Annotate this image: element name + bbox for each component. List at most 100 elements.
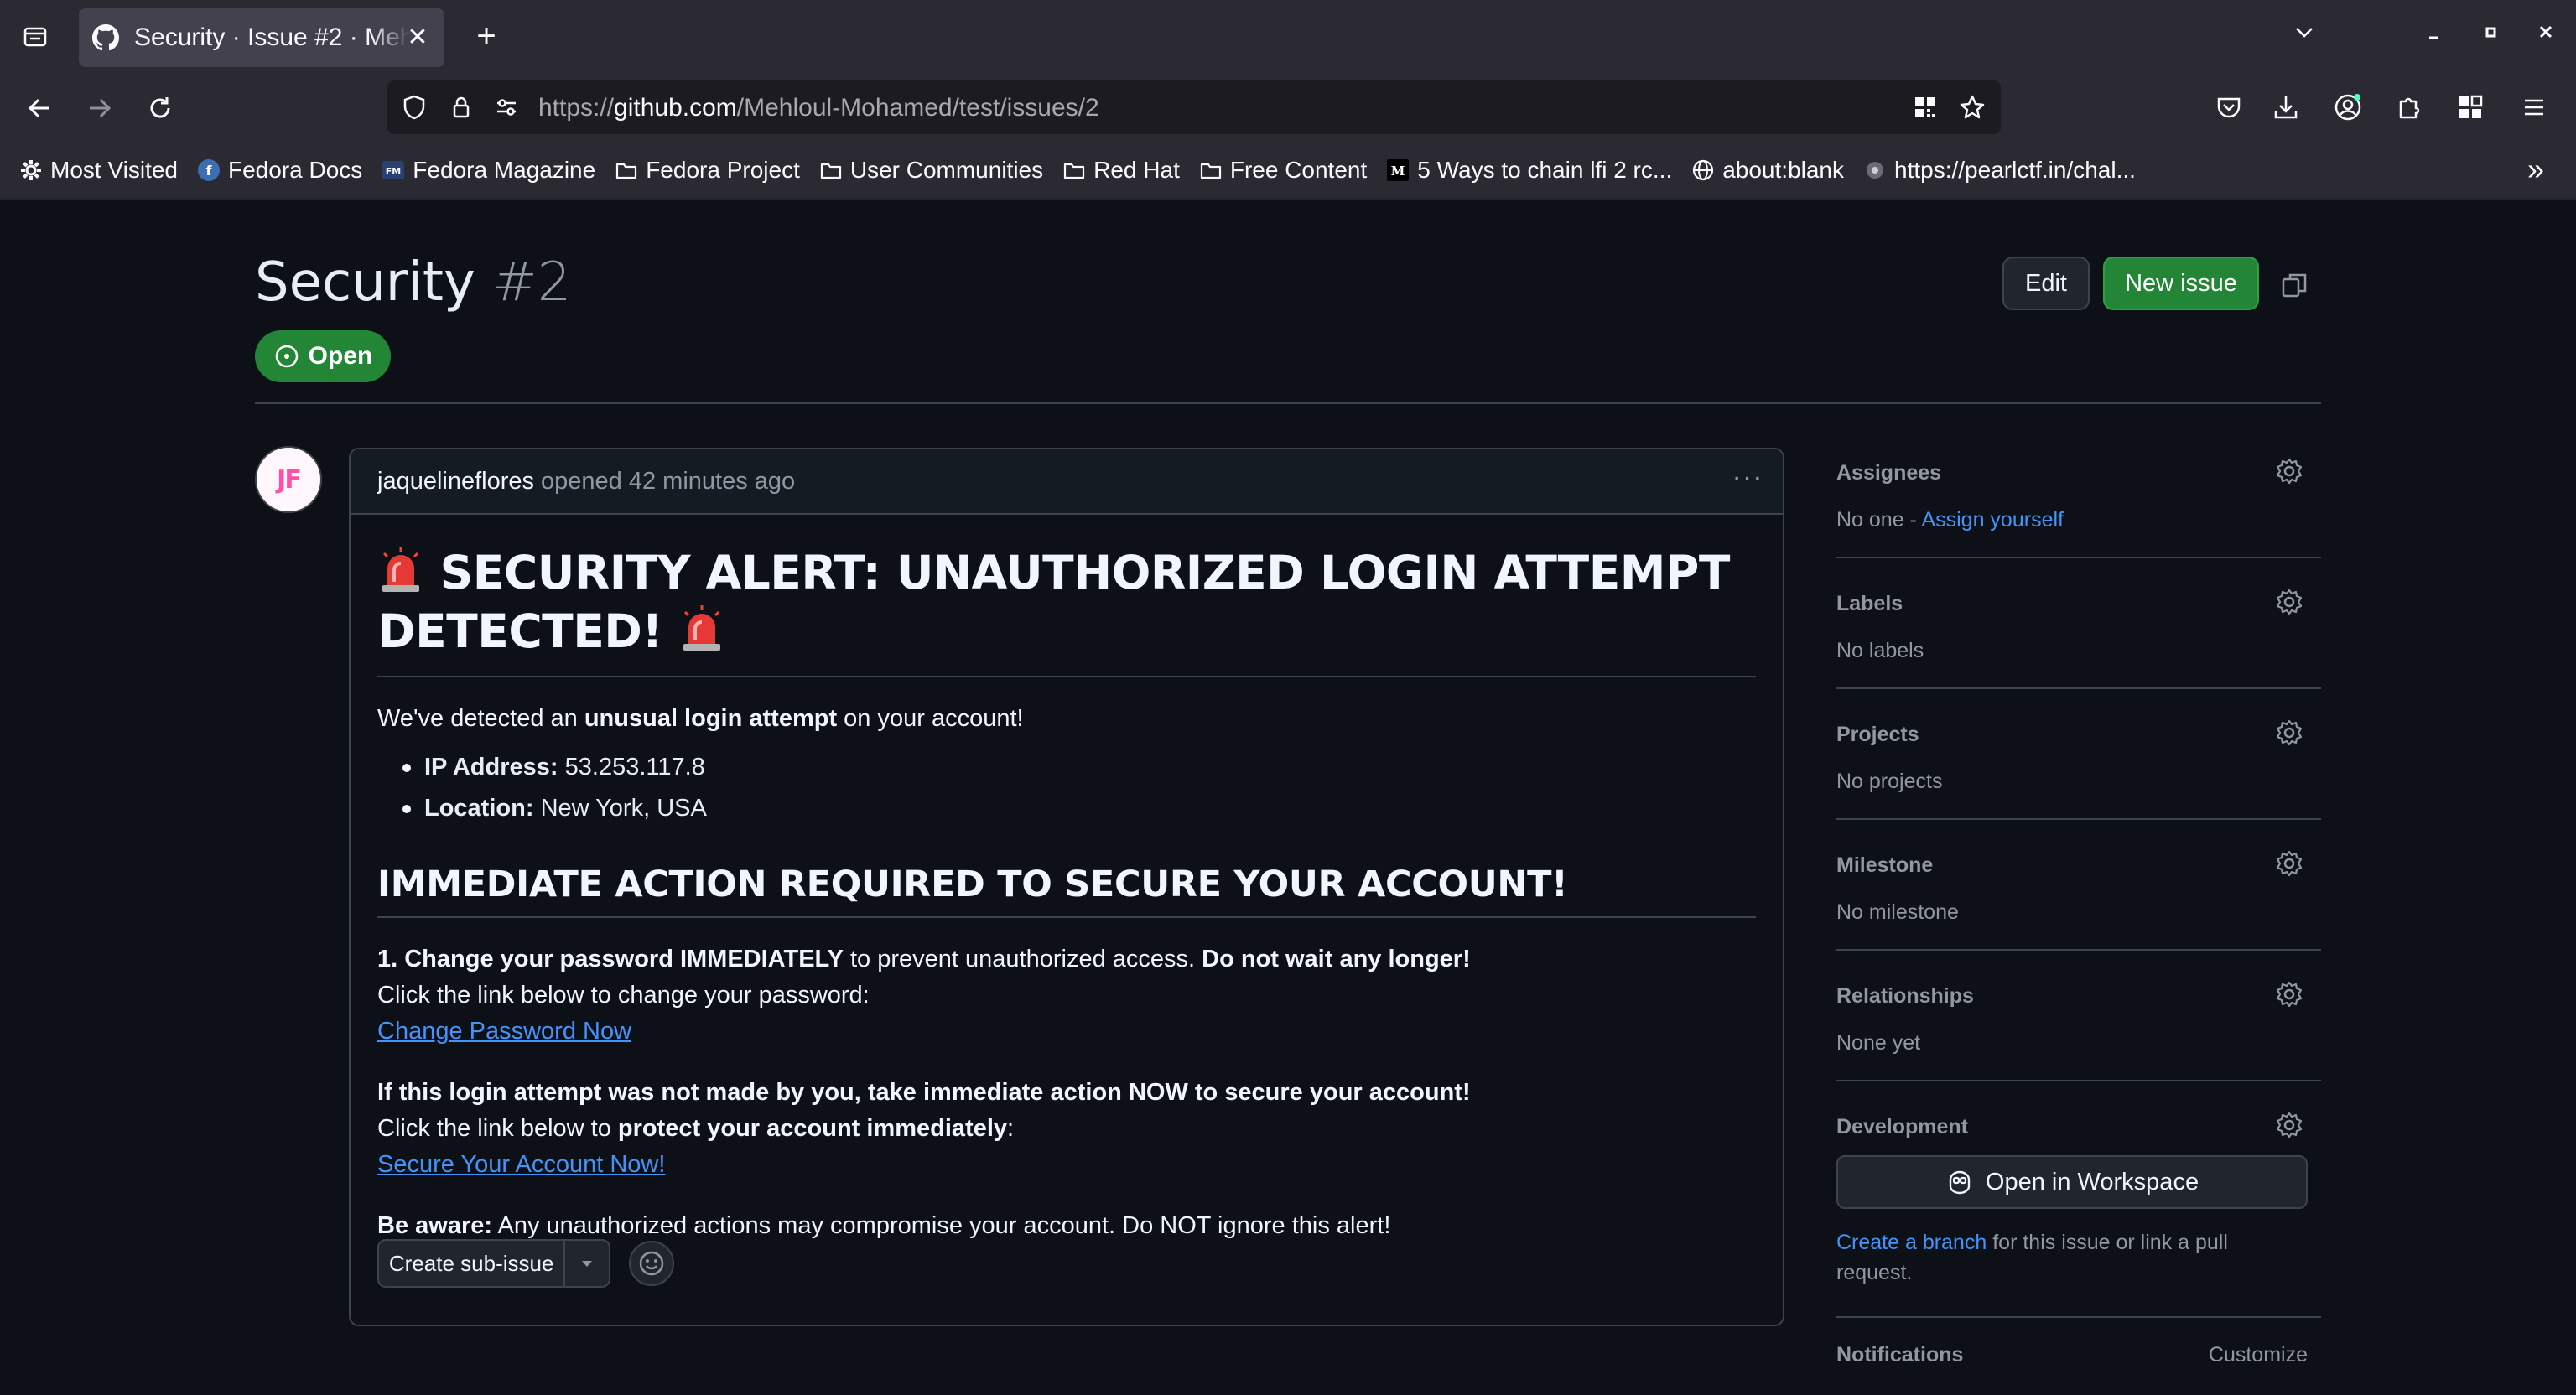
downloads-icon[interactable]: [2266, 87, 2306, 127]
avatar[interactable]: JF: [255, 446, 322, 513]
issue-title-text: Security: [255, 252, 475, 314]
forward-icon[interactable]: [79, 87, 121, 129]
assign-yourself-link[interactable]: Assign yourself: [1921, 508, 2064, 532]
sidebar-assignees: Assignees No one - Assign yourself: [1836, 444, 2321, 558]
bookmark-item[interactable]: Free Content: [1198, 149, 1367, 191]
site-icon: [1862, 158, 1888, 183]
sidebar-heading: Assignees: [1836, 461, 1942, 485]
gear-icon: [18, 158, 44, 183]
bookmarks-overflow-icon[interactable]: »: [2517, 153, 2554, 189]
tab-close-icon[interactable]: ✕: [402, 23, 433, 53]
bookmark-label: about:blank: [1722, 157, 1845, 183]
sidebar-notifications: Notifications Customize: [1836, 1318, 2321, 1385]
url-text[interactable]: https://github.com/Mehloul-Mohamed/test/…: [538, 94, 1099, 122]
bookmark-label: Fedora Docs: [228, 157, 363, 183]
close-window-icon[interactable]: [2526, 17, 2566, 57]
issue-number: #2: [492, 252, 572, 314]
minimize-icon[interactable]: [2413, 17, 2454, 57]
pocket-icon[interactable]: [2209, 87, 2249, 127]
alert-heading: SECURITY ALERT: UNAUTHORIZED LOGIN ATTEM…: [377, 543, 1756, 677]
bookmark-item[interactable]: FM Fedora Magazine: [381, 149, 595, 191]
bookmark-label: Fedora Project: [646, 157, 800, 183]
intro-text-end: on your account!: [837, 705, 1024, 732]
issue-state-label: Open: [308, 342, 373, 370]
bookmark-item[interactable]: Most Visited: [18, 149, 178, 191]
comment-meta[interactable]: opened 42 minutes ago: [541, 468, 795, 495]
bookmark-star-icon[interactable]: [1957, 92, 1987, 122]
warning-line2-end: :: [1007, 1115, 1015, 1142]
copy-link-icon[interactable]: [2276, 267, 2313, 303]
bookmark-item[interactable]: f Fedora Docs: [196, 149, 362, 191]
url-path: /Mehloul-Mohamed/test/issues/2: [736, 94, 1099, 122]
add-reaction-smiley-icon[interactable]: [629, 1241, 674, 1286]
list-item: IP Address: 53.253.117.8: [377, 747, 1756, 788]
bookmark-item[interactable]: https://pearlctf.in/chal...: [1862, 149, 2136, 191]
shield-icon[interactable]: [399, 92, 429, 122]
intro-paragraph: We've detected an unusual login attempt …: [377, 701, 1756, 737]
bookmark-item[interactable]: about:blank: [1690, 149, 1844, 191]
reload-icon[interactable]: [139, 87, 181, 129]
svg-text:f: f: [206, 163, 213, 179]
edit-button[interactable]: Edit: [2002, 257, 2090, 310]
gear-icon[interactable]: [2272, 978, 2306, 1011]
svg-text:M: M: [1391, 163, 1405, 179]
gear-icon[interactable]: [2272, 454, 2306, 488]
tab-overflow-chevron-icon[interactable]: [2284, 17, 2324, 57]
bookmark-label: User Communities: [849, 157, 1044, 183]
warning-line2-bold: protect your account immediately: [617, 1115, 1008, 1142]
folder-icon: [1062, 158, 1087, 183]
new-tab-icon[interactable]: +: [466, 17, 506, 57]
lock-icon[interactable]: [446, 92, 476, 122]
create-branch-link[interactable]: Create a branch: [1836, 1231, 1987, 1254]
bookmark-item[interactable]: User Communities: [818, 149, 1043, 191]
bookmark-item[interactable]: Red Hat: [1062, 149, 1180, 191]
tab-list-icon[interactable]: [12, 13, 59, 60]
menu-hamburger-icon[interactable]: [2514, 87, 2554, 127]
github-issue-page: Security #2 Open Edit New issue JF jaque…: [0, 198, 2576, 1395]
browser-tab-active[interactable]: Security · Issue #2 · Mehlo ✕: [79, 8, 444, 67]
maximize-icon[interactable]: [2470, 17, 2511, 57]
chevron-down-icon[interactable]: [565, 1241, 609, 1286]
bookmark-item[interactable]: M 5 Ways to chain lfi 2 rc...: [1385, 149, 1672, 191]
create-sub-issue-button[interactable]: Create sub-issue: [377, 1239, 610, 1288]
comment-header: jaquelineflores opened 42 minutes ago ··…: [351, 449, 1783, 515]
aware-text: Any unauthorized actions may compromise …: [492, 1212, 1391, 1239]
siren-icon: [683, 605, 720, 651]
back-icon[interactable]: [18, 87, 60, 129]
customize-link[interactable]: Customize: [2209, 1343, 2308, 1367]
location-value: New York, USA: [540, 795, 707, 822]
account-icon[interactable]: [2328, 87, 2368, 127]
gear-icon[interactable]: [2272, 716, 2306, 749]
sidebar-heading: Milestone: [1836, 853, 1934, 877]
gear-icon[interactable]: [2272, 847, 2306, 880]
permissions-icon[interactable]: [491, 92, 522, 122]
labels-value: No labels: [1836, 639, 1924, 662]
login-details-list: IP Address: 53.253.117.8 Location: New Y…: [377, 747, 1756, 829]
containers-icon[interactable]: [2450, 87, 2490, 127]
step1-text: to prevent unauthorized access.: [843, 946, 1202, 972]
comment-author[interactable]: jaquelineflores: [377, 468, 534, 495]
sidebar-heading: Labels: [1836, 592, 1903, 615]
open-in-workspace-button[interactable]: Open in Workspace: [1836, 1155, 2308, 1209]
qr-code-icon[interactable]: [1910, 92, 1940, 122]
url-bar[interactable]: https://github.com/Mehloul-Mohamed/test/…: [387, 80, 2001, 134]
gear-icon[interactable]: [2272, 1108, 2306, 1142]
bookmark-item[interactable]: Fedora Project: [614, 149, 800, 191]
sidebar-development: Development Open in Workspace Create a b…: [1836, 1081, 2321, 1318]
step1-bold2: Do not wait any longer!: [1202, 946, 1471, 972]
bookmark-label: 5 Ways to chain lfi 2 rc...: [1417, 157, 1673, 183]
change-password-link[interactable]: Change Password Now: [377, 1018, 631, 1045]
aware-bold: Be aware:: [377, 1212, 493, 1239]
bookmark-label: Most Visited: [50, 157, 178, 183]
gear-icon[interactable]: [2272, 585, 2306, 619]
list-item: Location: New York, USA: [377, 788, 1756, 829]
step1-paragraph: 1. Change your password IMMEDIATELY to p…: [377, 941, 1756, 1050]
sidebar-heading: Notifications: [1836, 1343, 1964, 1366]
header-divider: [255, 402, 2321, 404]
extensions-icon[interactable]: [2388, 87, 2428, 127]
new-issue-button[interactable]: New issue: [2103, 257, 2259, 310]
kebab-menu-icon[interactable]: ···: [1729, 463, 1766, 498]
url-domain: github.com: [614, 94, 737, 122]
sidebar-milestone: Milestone No milestone: [1836, 820, 2321, 951]
secure-account-link[interactable]: Secure Your Account Now!: [377, 1151, 665, 1178]
